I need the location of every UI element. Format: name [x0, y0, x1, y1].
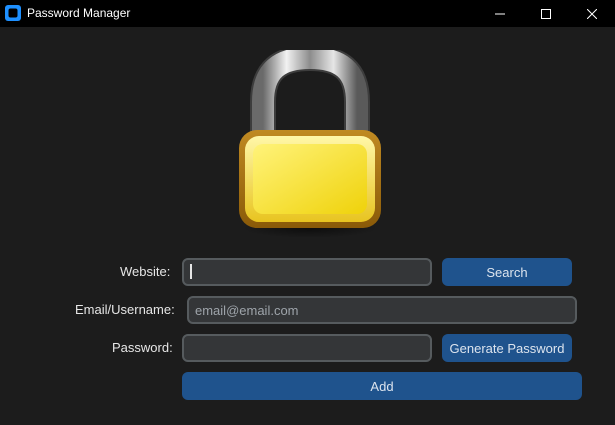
website-label: Website:: [120, 264, 171, 279]
close-button[interactable]: [569, 0, 615, 27]
generate-password-button[interactable]: Generate Password: [442, 334, 572, 362]
search-button[interactable]: Search: [442, 258, 572, 286]
minimize-button[interactable]: [477, 0, 523, 27]
text-caret: [190, 264, 192, 279]
email-input[interactable]: [187, 296, 577, 324]
app-window: Password Manager Website: Search Email/U…: [0, 0, 615, 425]
maximize-button[interactable]: [523, 0, 569, 27]
close-icon: [587, 8, 597, 19]
maximize-icon: [541, 8, 551, 19]
window-title: Password Manager: [27, 6, 131, 20]
title-bar[interactable]: Password Manager: [0, 0, 615, 27]
padlock-icon: [239, 50, 381, 238]
minimize-icon: [495, 13, 505, 14]
website-input[interactable]: [182, 258, 432, 286]
email-label: Email/Username:: [75, 302, 175, 317]
password-label: Password:: [112, 340, 173, 355]
password-input[interactable]: [182, 334, 432, 362]
app-icon: [5, 5, 21, 21]
add-button[interactable]: Add: [182, 372, 582, 400]
